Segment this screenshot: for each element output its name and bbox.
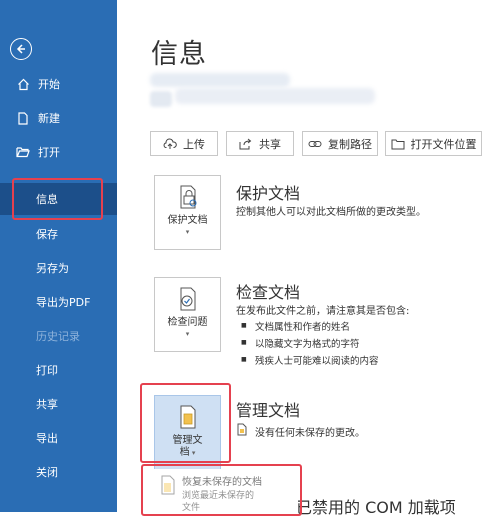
manage-document-title: 管理文档 — [236, 401, 301, 420]
sidebar-item-label: 历史记录 — [36, 330, 80, 343]
sidebar-item-label: 共享 — [36, 398, 58, 411]
open-file-location-label: 打开文件位置 — [410, 137, 477, 151]
open-file-location-button[interactable]: 打开文件位置 — [385, 131, 482, 156]
sidebar-item-new[interactable]: 新建 — [0, 101, 117, 135]
disabled-com-addins-title: 已禁用的 COM 加载项 — [296, 498, 456, 517]
sidebar-item-label: 打印 — [36, 364, 58, 377]
new-document-icon — [16, 111, 30, 125]
backstage-sidebar: 开始 新建 打开 信息 保存 另存为 导出为PDF 历史记录 打印 共享 导出 … — [0, 0, 117, 512]
folder-open-icon — [16, 145, 30, 159]
sidebar-item-home[interactable]: 开始 — [0, 67, 117, 101]
sidebar-item-share[interactable]: 共享 — [0, 387, 117, 421]
check-issues-button[interactable]: 检查问题 ▾ — [154, 277, 221, 352]
highlight-box-info — [12, 178, 103, 220]
sidebar-item-export[interactable]: 导出 — [0, 421, 117, 455]
protect-document-title: 保护文档 — [236, 184, 301, 203]
back-arrow-icon[interactable] — [10, 38, 32, 60]
share-button[interactable]: 共享 — [226, 131, 294, 156]
folder-icon — [391, 137, 405, 151]
sidebar-item-label: 导出 — [36, 432, 58, 445]
sidebar-item-label: 关闭 — [36, 466, 58, 479]
copy-path-label: 复制路径 — [328, 137, 372, 151]
protect-document-desc: 控制其他人可以对此文档所做的更改类型。 — [236, 207, 426, 218]
sidebar-item-label: 导出为PDF — [36, 296, 91, 309]
upload-label: 上传 — [183, 137, 205, 151]
highlight-box-manage — [140, 383, 231, 463]
page-title: 信息 — [151, 39, 207, 70]
sidebar-item-label: 另存为 — [36, 262, 69, 275]
lock-document-icon — [175, 184, 201, 210]
blurred-file-icon — [150, 91, 172, 107]
protect-document-button[interactable]: 保护文档 ▾ — [154, 175, 221, 250]
chevron-down-icon: ▾ — [185, 228, 190, 236]
cloud-upload-icon — [163, 137, 177, 151]
manage-document-desc: 没有任何未保存的更改。 — [255, 428, 365, 439]
blurred-file-name — [150, 73, 290, 87]
inspect-document-desc: 在发布此文件之前，请注意其是否包含: — [236, 306, 410, 317]
inspect-bullet: 残疾人士可能难以阅读的内容 — [241, 353, 379, 367]
home-icon — [16, 77, 30, 91]
sidebar-item-label: 开始 — [38, 78, 60, 91]
sidebar-item-save-as[interactable]: 另存为 — [0, 251, 117, 285]
link-icon — [308, 137, 322, 151]
sidebar-item-history: 历史记录 — [0, 319, 117, 353]
highlight-box-recover — [141, 464, 302, 516]
inspect-document-title: 检查文档 — [236, 283, 301, 302]
sidebar-item-close[interactable]: 关闭 — [0, 455, 117, 489]
document-icon — [237, 421, 247, 436]
sidebar-item-open[interactable]: 打开 — [0, 135, 117, 169]
sidebar-item-print[interactable]: 打印 — [0, 353, 117, 387]
check-issues-card-label: 检查问题 — [167, 317, 208, 328]
sidebar-item-save[interactable]: 保存 — [0, 217, 117, 251]
sidebar-item-export-pdf[interactable]: 导出为PDF — [0, 285, 117, 319]
copy-path-button[interactable]: 复制路径 — [302, 131, 378, 156]
share-label: 共享 — [259, 137, 281, 151]
inspect-bullet: 文档属性和作者的姓名 — [241, 319, 350, 333]
inspect-bullet: 以隐藏文字为格式的字符 — [241, 336, 360, 350]
blurred-file-path — [175, 88, 375, 104]
upload-button[interactable]: 上传 — [150, 131, 218, 156]
sidebar-item-label: 打开 — [38, 146, 60, 159]
sidebar-item-label: 新建 — [38, 112, 60, 125]
share-icon — [239, 137, 253, 151]
sidebar-item-label: 保存 — [36, 228, 58, 241]
chevron-down-icon: ▾ — [185, 330, 190, 338]
protect-document-card-label: 保护文档 — [167, 215, 208, 226]
inspect-document-icon — [175, 286, 201, 312]
